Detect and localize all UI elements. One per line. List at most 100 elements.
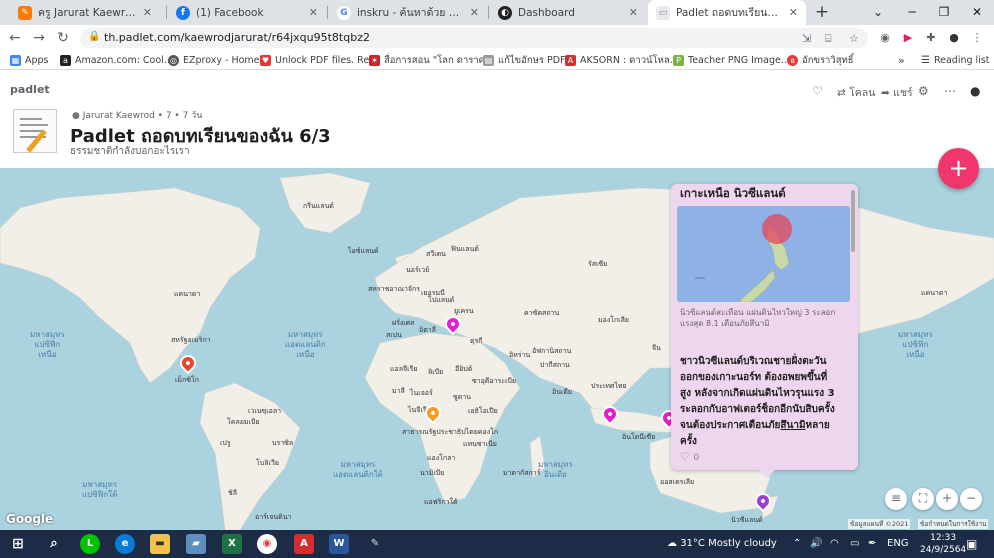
tab-dashboard[interactable]: ◐ Dashboard ✕ — [490, 0, 646, 25]
tab-google-search[interactable]: G inskru - ค้นหาด้วย Google ✕ — [329, 0, 487, 25]
chrome-icon[interactable]: ◉ — [257, 534, 277, 554]
post-like-button[interactable]: ♡ 0 — [680, 450, 699, 463]
share-label: แชร์ — [893, 87, 913, 99]
more-options-icon[interactable]: ⋯ — [944, 84, 956, 98]
chrome-menu-icon[interactable]: ⋮ — [969, 30, 985, 46]
reload-icon[interactable]: ↻ — [52, 25, 74, 51]
translate-icon[interactable]: ⌸ — [825, 32, 832, 46]
bookmark-teacher-png[interactable]: P Teacher PNG Image... — [673, 51, 790, 70]
pen-icon[interactable]: ✒ — [868, 530, 876, 558]
reading-list-button[interactable]: ☰ Reading list — [921, 51, 990, 70]
weather-widget[interactable]: ☁ 31°C Mostly cloudy — [667, 530, 777, 558]
edge-icon[interactable]: e — [115, 534, 135, 554]
restore-button[interactable]: ❐ — [929, 0, 959, 25]
bookmark-edit-pdf[interactable]: ▤ แก้ไขอักษร PDF — [483, 51, 566, 70]
forward-icon[interactable]: → — [28, 25, 50, 51]
map-label: อินโดนีเซีย — [622, 433, 656, 441]
close-icon[interactable]: ✕ — [629, 6, 638, 19]
zoom-in-button[interactable]: + — [936, 488, 958, 510]
drawing-app-icon[interactable]: ✎ — [365, 534, 385, 554]
tab-inskru[interactable]: ✎ ครู Jarurat Kaewrod - insKru ห ✕ — [10, 0, 160, 25]
heart-icon: ♥ — [260, 55, 271, 66]
author-name[interactable]: Jarurat Kaewrod — [83, 111, 155, 121]
tab-title: inskru - ค้นหาด้วย Google — [357, 7, 464, 19]
bookmark-label: Teacher PNG Image... — [688, 55, 790, 66]
bookmark-label: สื่อการสอน "โลก ดาราศ... — [384, 55, 494, 66]
ocean-label: มหาสมุทร แปซิฟิกใต้ — [82, 480, 118, 499]
extensions-puzzle-icon[interactable]: ✚ — [923, 30, 939, 46]
like-heart-icon[interactable]: ♡ — [812, 84, 823, 98]
ocean-label: มหาสมุทร อินเดีย — [538, 460, 573, 479]
search-icon[interactable]: ⌕ — [44, 534, 64, 554]
install-icon[interactable]: ⇲ — [802, 32, 811, 45]
fullscreen-icon[interactable]: ⛶ — [912, 488, 934, 510]
volume-icon[interactable]: 🔊 — [810, 530, 822, 558]
remake-button[interactable]: ⇄ โคลน — [837, 84, 875, 101]
extension-icon[interactable]: ◉ — [877, 30, 893, 46]
battery-icon[interactable]: ▭ — [850, 530, 859, 558]
share-icon: ➦ — [881, 87, 894, 99]
system-clock[interactable]: 12:33 24/9/2564 — [920, 532, 966, 556]
tab-search-icon[interactable]: ⌄ — [863, 0, 893, 25]
close-icon[interactable]: ✕ — [309, 6, 318, 19]
map-label: แคนาดา — [174, 290, 201, 298]
close-window-button[interactable]: ✕ — [962, 0, 992, 25]
map-attribution[interactable]: ข้อมูลแผนที่ ©2021 — [848, 519, 911, 529]
bookmark-ezproxy[interactable]: ◎ EZproxy - Home — [168, 51, 260, 70]
address-bar[interactable]: 🔒 th.padlet.com/kaewrodjarurat/r64jxqu95… — [80, 28, 868, 48]
bookmark-aksorn[interactable]: A AKSORN : ดาวน์โหล... — [565, 51, 679, 70]
tab-padlet-active[interactable]: ▭ Padlet ถอดบทเรียนของฉัน 6/3 ✕ — [648, 0, 806, 25]
zoom-out-button[interactable]: − — [960, 488, 982, 510]
extension-play-icon[interactable]: ▶ — [900, 30, 916, 46]
bookmark-star-icon[interactable]: ☆ — [849, 32, 859, 45]
map-layers-icon[interactable]: ≡ — [885, 488, 907, 510]
account-avatar-icon[interactable]: ● — [970, 84, 980, 98]
padlet-logo[interactable]: padlet — [10, 83, 50, 96]
new-tab-button[interactable]: + — [812, 0, 832, 25]
word-icon[interactable]: W — [329, 534, 349, 554]
bookmark-aksara[interactable]: อ อักขราวิสุทธิ์ — [787, 51, 854, 70]
page-icon: ▤ — [483, 55, 494, 66]
close-icon[interactable]: ✕ — [789, 6, 798, 19]
lock-icon[interactable]: 🔒 — [88, 31, 100, 42]
bookmark-astronomy[interactable]: ✶ สื่อการสอน "โลก ดาราศ... — [369, 51, 494, 70]
wifi-icon[interactable]: ◠ — [830, 530, 839, 558]
more-bookmarks-button[interactable]: » — [898, 51, 905, 70]
profile-icon[interactable]: ● — [946, 30, 962, 46]
settings-gear-icon[interactable]: ⚙ — [918, 84, 929, 98]
close-icon[interactable]: ✕ — [143, 6, 152, 19]
language-indicator[interactable]: ENG — [887, 530, 909, 558]
tray-chevron-icon[interactable]: ⌃ — [793, 530, 801, 558]
url-text[interactable]: th.padlet.com/kaewrodjarurat/r64jxqu95t8… — [104, 31, 370, 44]
post-scrollbar[interactable] — [851, 190, 855, 252]
back-icon[interactable]: ← — [4, 25, 26, 51]
browser-toolbar: ← → ↻ 🔒 th.padlet.com/kaewrodjarurat/r64… — [0, 25, 994, 51]
line-app-icon[interactable]: L — [80, 534, 100, 554]
windows-start-icon[interactable]: ⊞ — [8, 534, 28, 554]
close-icon[interactable]: ✕ — [470, 6, 479, 19]
add-post-button[interactable]: + — [938, 148, 979, 189]
notes-app-icon[interactable]: ▰ — [186, 534, 206, 554]
excel-icon[interactable]: X — [222, 534, 242, 554]
map-label: ลิเบีย — [428, 368, 444, 376]
map-label: แทนซาเนีย — [463, 440, 497, 448]
bookmark-unlock-pdf[interactable]: ♥ Unlock PDF files. Re... — [260, 51, 378, 70]
map-label: เอธิโอเปีย — [468, 407, 498, 415]
notifications-icon[interactable]: ▣ — [966, 530, 977, 558]
file-explorer-icon[interactable]: ▬ — [150, 534, 170, 554]
ocean-label: มหาสมุทร แปซิฟิก เหนือ — [30, 330, 65, 359]
share-button[interactable]: ➦ แชร์ — [881, 84, 913, 101]
minimize-button[interactable]: ─ — [897, 0, 927, 25]
post-body-line: จนต้องประกาศเตือนภัย — [680, 420, 781, 431]
map-label: ชิลี — [228, 489, 238, 497]
map-terms-link[interactable]: ข้อกำหนดในการใช้งาน — [918, 519, 989, 529]
bookmark-apps[interactable]: ▦ Apps — [10, 51, 49, 70]
post-card[interactable]: เกาะเหนือ นิวซีแลนด์ นิวซีแลนด์สะเทือน แ… — [671, 184, 858, 478]
heart-icon: ♡ — [680, 450, 694, 463]
bookmark-amazon[interactable]: a Amazon.com: Cool... — [60, 51, 173, 70]
acrobat-icon[interactable]: A — [294, 534, 314, 554]
post-location-map[interactable] — [677, 206, 850, 302]
tab-facebook[interactable]: f (1) Facebook ✕ — [168, 0, 326, 25]
apps-grid-icon: ▦ — [10, 55, 21, 66]
map-label: แอฟริกาใต้ — [424, 498, 458, 506]
